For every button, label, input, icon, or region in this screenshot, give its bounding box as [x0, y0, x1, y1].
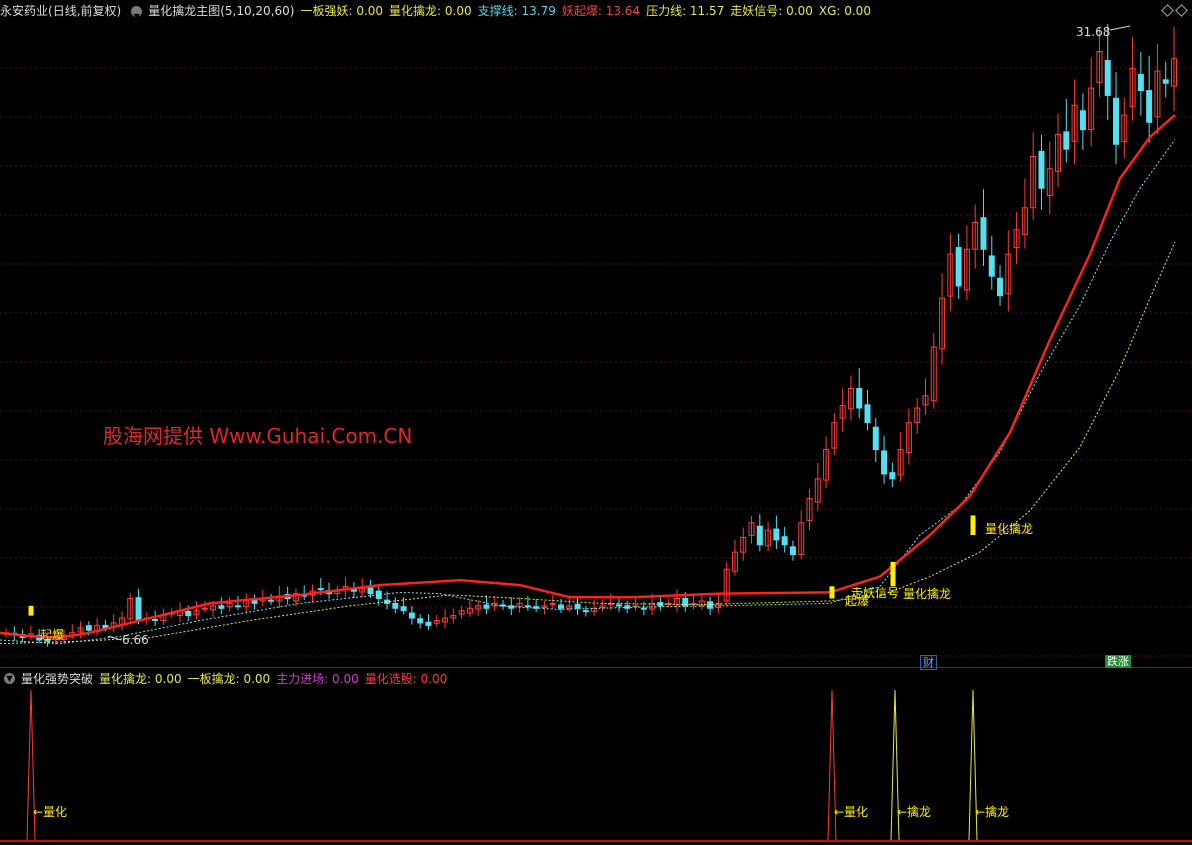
qinlong-label: 量化擒龙 — [903, 586, 951, 601]
candle-body — [1146, 90, 1153, 123]
candle-body — [856, 387, 863, 409]
candle-body — [317, 588, 324, 591]
candle-body — [881, 450, 888, 475]
candle-body — [582, 610, 589, 613]
candle-body — [400, 606, 407, 612]
low-price-label: 6.66 — [122, 633, 149, 647]
candle-body — [367, 587, 374, 595]
candle-body — [392, 602, 399, 609]
candle-body — [152, 619, 159, 622]
ma-red-line — [0, 114, 1176, 639]
candle-body — [524, 605, 531, 608]
watermark: 股海网提供 Www.Guhai.Com.CN — [103, 424, 413, 448]
candle-body — [980, 217, 987, 250]
sub-spike-label: ←擒龙 — [975, 804, 1009, 819]
candle-body — [425, 621, 432, 626]
sub-spike-label: ←量化 — [834, 805, 868, 819]
candle-body — [773, 528, 780, 541]
candle-body — [558, 604, 565, 609]
candle-body — [615, 604, 622, 607]
candle-body — [218, 605, 225, 609]
candle-body — [251, 599, 258, 604]
candle-body — [872, 426, 879, 451]
sub-header-item: 主力进场: 0.00 — [276, 671, 359, 686]
signal-bar — [970, 515, 976, 536]
qibao-label: 起爆 — [40, 628, 64, 642]
candle-body — [1063, 131, 1070, 150]
candle-body — [789, 546, 796, 556]
candle-body — [1113, 97, 1120, 145]
qinlong-label: 量化擒龙 — [985, 521, 1033, 536]
candle-body — [889, 472, 896, 480]
candle-body — [632, 605, 639, 608]
candle-body — [756, 525, 763, 546]
limit-badge[interactable]: 跌涨 — [1105, 655, 1131, 668]
candle-body — [988, 255, 995, 277]
candle-body — [781, 536, 788, 546]
sub-header-item: 量化选股: 0.00 — [364, 671, 448, 686]
high-price-label: 31.68 — [1076, 25, 1110, 39]
sub-header-item: 一板擒龙: 0.00 — [187, 671, 271, 686]
sub-header-item: 量化擒龙: 0.00 — [99, 671, 182, 686]
candle-body — [268, 599, 275, 602]
candle-body — [483, 604, 490, 609]
candle-body — [135, 597, 142, 621]
low-price-pointer — [107, 635, 122, 641]
sub-spike-label: ←擒龙 — [897, 804, 931, 819]
sub-indicator-name[interactable]: 量化强势突破 — [21, 670, 93, 687]
signal-bar — [890, 561, 896, 587]
candle-body — [640, 607, 647, 610]
candle-body — [201, 607, 208, 610]
signal-bar — [829, 586, 835, 599]
signal-bar — [28, 605, 34, 616]
candle-body — [408, 612, 415, 619]
candle-body — [417, 618, 424, 624]
high-price-pointer — [1109, 25, 1131, 31]
candle-body — [1137, 73, 1144, 92]
candle-body — [185, 610, 192, 617]
candle-body — [1079, 110, 1086, 131]
candle-body — [707, 601, 714, 609]
candle-body — [234, 605, 241, 608]
sub-header: ▼ 量化强势突破 量化擒龙: 0.00 一板擒龙: 0.00 主力进场: 0.00 量… — [0, 668, 1192, 688]
candle-body — [997, 277, 1004, 297]
sub-spike-label: ←量化 — [33, 805, 67, 819]
candle-body — [1162, 79, 1169, 84]
candle-body — [1038, 150, 1045, 189]
candle-body — [574, 603, 581, 609]
sub-indicator-menu-icon[interactable]: ▼ — [4, 672, 15, 684]
zouyao-label: 走妖信号 — [851, 586, 899, 600]
candle-body — [1104, 60, 1111, 96]
candle-body — [864, 404, 871, 424]
sub-header-items: 量化擒龙: 0.00 一板擒龙: 0.00 主力进场: 0.00 量化选股: 0.00 — [99, 670, 447, 687]
candle-body — [549, 602, 556, 605]
candle-body — [85, 625, 92, 631]
candle-body — [955, 247, 962, 287]
